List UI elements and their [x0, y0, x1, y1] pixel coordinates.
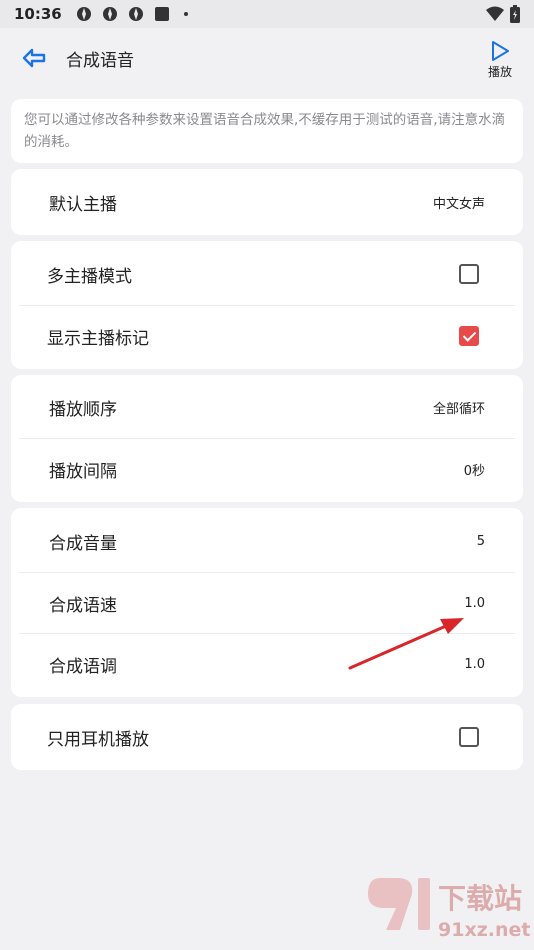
app-bar: 合成语音 播放 [0, 28, 534, 90]
notification-icon [128, 7, 143, 21]
earphone-card: 只用耳机播放 [11, 704, 523, 770]
default-anchor-value: 中文女声 [432, 196, 485, 212]
anchor-card: 默认主播 中文女声 [11, 169, 523, 235]
earphone-only-checkbox[interactable] [459, 727, 479, 747]
notification-icon [76, 7, 91, 21]
play-order-label: 播放顺序 [49, 399, 117, 420]
default-anchor-label: 默认主播 [49, 194, 117, 215]
multi-anchor-checkbox[interactable] [459, 264, 479, 284]
synth-pitch-value: 1.0 [464, 656, 485, 672]
multi-anchor-row[interactable]: 多主播模式 [19, 243, 515, 305]
status-time: 10:36 [14, 5, 62, 23]
synth-speed-label: 合成语速 [49, 595, 117, 616]
default-anchor-row[interactable]: 默认主播 中文女声 [19, 171, 515, 233]
synth-speed-value: 1.0 [464, 595, 485, 611]
app-square-icon [154, 7, 169, 21]
play-icon [492, 41, 509, 61]
play-interval-row[interactable]: 播放间隔 0秒 [19, 438, 515, 500]
synth-speed-row[interactable]: 合成语速 1.0 [19, 572, 515, 634]
back-arrow-icon[interactable] [20, 46, 48, 70]
info-text: 您可以通过修改各种参数来设置语音合成效果,不缓存用于测试的语音,请注意水滴的消耗… [24, 112, 506, 150]
synth-pitch-label: 合成语调 [49, 656, 117, 677]
synthesis-params-card: 合成音量 5 合成语速 1.0 合成语调 1.0 [11, 508, 523, 697]
wifi-icon [486, 6, 504, 21]
play-order-row[interactable]: 播放顺序 全部循环 [19, 376, 515, 438]
watermark-cn: 下载站 [438, 882, 522, 915]
notification-icon [102, 7, 117, 21]
earphone-only-label: 只用耳机播放 [47, 729, 149, 750]
show-anchor-mark-row[interactable]: 显示主播标记 [19, 305, 515, 367]
info-card: 您可以通过修改各种参数来设置语音合成效果,不缓存用于测试的语音,请注意水滴的消耗… [11, 99, 523, 163]
watermark-logo: 下载站 91xz.net [368, 878, 530, 941]
page-title: 合成语音 [66, 51, 134, 71]
more-notifications-dot [183, 12, 188, 16]
play-interval-value: 0秒 [463, 463, 485, 479]
battery-icon [510, 5, 520, 23]
synth-pitch-row[interactable]: 合成语调 1.0 [19, 633, 515, 695]
play-button[interactable]: 播放 [482, 40, 518, 84]
multi-anchor-label: 多主播模式 [47, 266, 132, 287]
synth-volume-label: 合成音量 [49, 533, 117, 554]
earphone-only-row[interactable]: 只用耳机播放 [19, 706, 515, 768]
watermark-url: 91xz.net [438, 919, 530, 941]
show-anchor-mark-checkbox[interactable] [459, 326, 479, 346]
anchor-mode-card: 多主播模式 显示主播标记 [11, 241, 523, 369]
synth-volume-value: 5 [476, 533, 485, 549]
status-bar: 10:36 [0, 0, 534, 28]
play-order-value: 全部循环 [432, 401, 485, 417]
synth-volume-row[interactable]: 合成音量 5 [19, 510, 515, 572]
play-label: 播放 [487, 65, 512, 79]
playback-card: 播放顺序 全部循环 播放间隔 0秒 [11, 375, 523, 502]
play-interval-label: 播放间隔 [49, 461, 117, 482]
show-anchor-mark-label: 显示主播标记 [47, 328, 149, 349]
